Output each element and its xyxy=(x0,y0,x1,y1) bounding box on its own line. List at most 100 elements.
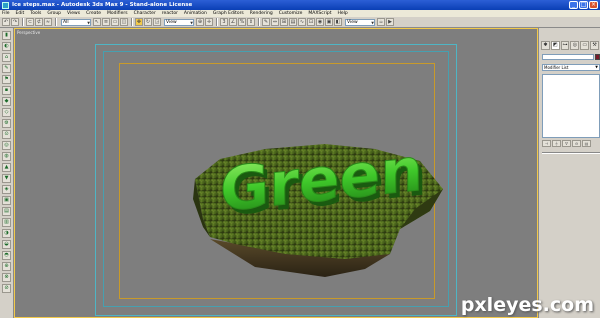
show-end-result-icon[interactable]: ⏚ xyxy=(552,140,561,147)
quick-render-icon[interactable]: ☕ xyxy=(377,18,385,26)
make-unique-icon[interactable]: ∀ xyxy=(562,140,571,147)
tool-icon[interactable]: ✎ xyxy=(2,64,11,73)
menu-animation[interactable]: Animation xyxy=(184,11,207,16)
display-tab-icon[interactable]: ▭ xyxy=(580,41,590,50)
menu-maxscript[interactable]: MAXScript xyxy=(308,11,331,16)
minimize-button[interactable]: _ xyxy=(569,1,578,9)
motion-tab-icon[interactable]: ◎ xyxy=(570,41,580,50)
rock-with-text-model[interactable]: Green Green xyxy=(175,119,455,299)
tool-icon[interactable]: ▼ xyxy=(2,174,11,183)
menu-customize[interactable]: Customize xyxy=(279,11,303,16)
curve-editor-icon[interactable]: ∿ xyxy=(298,18,306,26)
tool-icon[interactable]: ◇ xyxy=(2,108,11,117)
layer-manager-icon[interactable]: ▤ xyxy=(289,18,297,26)
menu-modifiers[interactable]: Modifiers xyxy=(107,11,128,16)
window-title: Ice steps.max - Autodesk 3ds Max 9 - Sta… xyxy=(12,2,193,8)
perspective-viewport[interactable]: Perspective Green Green xyxy=(14,28,538,318)
select-by-name-icon[interactable]: ≡ xyxy=(102,18,110,26)
rect-selection-icon[interactable]: ▭ xyxy=(111,18,119,26)
angle-snap-icon[interactable]: ∠ xyxy=(229,18,237,26)
menu-graph-editors[interactable]: Graph Editors xyxy=(213,11,244,16)
tool-icon[interactable]: ◈ xyxy=(2,185,11,194)
tool-icon[interactable]: ⊕ xyxy=(2,262,11,271)
tool-icon[interactable]: ⊙ xyxy=(2,130,11,139)
create-tab-icon[interactable]: ✱ xyxy=(541,41,550,50)
modifier-stack[interactable] xyxy=(542,74,600,138)
menu-file[interactable]: File xyxy=(2,11,10,16)
edit-named-selection-icon[interactable]: ✎ xyxy=(262,18,270,26)
spinner-snap-icon[interactable]: ⇕ xyxy=(247,18,255,26)
schematic-view-icon[interactable]: ⊡ xyxy=(307,18,315,26)
stack-toolbar: ⊣ ⏚ ∀ ⊖ ▤ xyxy=(542,140,600,148)
tool-icon[interactable]: ◒ xyxy=(2,240,11,249)
reference-coordinate-dropdown[interactable]: View xyxy=(164,18,194,26)
select-manipulate-icon[interactable]: ✛ xyxy=(205,18,213,26)
object-color-swatch[interactable] xyxy=(595,54,600,60)
select-object-icon[interactable]: ↖ xyxy=(93,18,101,26)
select-and-move-icon[interactable]: ✥ xyxy=(135,18,143,26)
tool-icon[interactable]: ◆ xyxy=(2,97,11,106)
menu-reactor[interactable]: reactor xyxy=(162,11,178,16)
pivot-center-icon[interactable]: ⊕ xyxy=(196,18,204,26)
modifier-list-dropdown[interactable]: Modifier List xyxy=(542,64,600,71)
percent-snap-icon[interactable]: % xyxy=(238,18,246,26)
tool-icon[interactable]: ▣ xyxy=(2,196,11,205)
material-editor-icon[interactable]: ◉ xyxy=(316,18,324,26)
menu-bar: File Edit Tools Group Views Create Modif… xyxy=(0,10,600,17)
tool-icon[interactable]: ◓ xyxy=(2,251,11,260)
selection-filter-dropdown[interactable]: All xyxy=(61,18,91,26)
tool-icon[interactable]: ▤ xyxy=(2,207,11,216)
menu-group[interactable]: Group xyxy=(47,11,61,16)
tool-icon[interactable]: ◑ xyxy=(2,229,11,238)
tool-icon[interactable]: ⊘ xyxy=(2,284,11,293)
tool-icon[interactable]: ◍ xyxy=(2,152,11,161)
select-and-scale-icon[interactable]: ◲ xyxy=(153,18,161,26)
modify-tab-icon[interactable]: ◩ xyxy=(550,41,560,50)
menu-tools[interactable]: Tools xyxy=(30,11,41,16)
menu-help[interactable]: Help xyxy=(338,11,348,16)
snap-toggle-icon[interactable]: 3 xyxy=(220,18,228,26)
menu-create[interactable]: Create xyxy=(86,11,101,16)
hierarchy-tab-icon[interactable]: ⊶ xyxy=(560,41,570,50)
tool-icon[interactable]: ⚑ xyxy=(2,75,11,84)
render-last-icon[interactable]: ▶ xyxy=(386,18,394,26)
toolbar-separator xyxy=(131,18,133,26)
bind-space-warp-icon[interactable]: ≈ xyxy=(44,18,52,26)
tool-icon[interactable]: ▥ xyxy=(2,218,11,227)
remove-modifier-icon[interactable]: ⊖ xyxy=(572,140,581,147)
render-type-dropdown[interactable]: View xyxy=(345,18,375,26)
object-name-field[interactable] xyxy=(542,54,594,60)
tool-icon[interactable]: ▪ xyxy=(2,86,11,95)
tool-icon[interactable]: ◐ xyxy=(2,42,11,51)
select-and-rotate-icon[interactable]: ↻ xyxy=(144,18,152,26)
menu-rendering[interactable]: Rendering xyxy=(250,11,273,16)
tool-icon[interactable]: ⌂ xyxy=(2,53,11,62)
main-toolbar: ↶ ↷ ⊂ ⊄ ≈ All ↖ ≡ ▭ ◫ ✥ ↻ ◲ View ⊕ ✛ 3 ∠… xyxy=(0,17,600,28)
watermark-text: pxleyes.com xyxy=(460,294,594,316)
window-crossing-icon[interactable]: ◫ xyxy=(120,18,128,26)
menu-edit[interactable]: Edit xyxy=(16,11,25,16)
redo-icon[interactable]: ↷ xyxy=(11,18,19,26)
link-icon[interactable]: ⊂ xyxy=(26,18,34,26)
tool-icon[interactable]: ⚙ xyxy=(2,119,11,128)
command-panel-tabs: ✱ ◩ ⊶ ◎ ▭ ⚒ xyxy=(541,41,599,50)
tool-icon[interactable]: ▲ xyxy=(2,163,11,172)
tool-icon[interactable]: ◎ xyxy=(2,141,11,150)
tool-icon[interactable]: ⊗ xyxy=(2,273,11,282)
pin-stack-icon[interactable]: ⊣ xyxy=(542,140,551,147)
configure-sets-icon[interactable]: ▤ xyxy=(582,140,591,147)
align-icon[interactable]: ⊞ xyxy=(280,18,288,26)
tool-icon[interactable]: ▮ xyxy=(2,31,11,40)
mirror-icon[interactable]: ⇔ xyxy=(271,18,279,26)
menu-views[interactable]: Views xyxy=(67,11,80,16)
viewport-label[interactable]: Perspective xyxy=(17,30,40,35)
unlink-icon[interactable]: ⊄ xyxy=(35,18,43,26)
render-setup-icon[interactable]: ▣ xyxy=(325,18,333,26)
render-frame-icon[interactable]: ◧ xyxy=(334,18,342,26)
maximize-button[interactable]: □ xyxy=(579,1,588,9)
close-button[interactable]: × xyxy=(589,1,598,9)
menu-character[interactable]: Character xyxy=(134,11,156,16)
toolbar-separator xyxy=(216,18,218,26)
undo-icon[interactable]: ↶ xyxy=(2,18,10,26)
utilities-tab-icon[interactable]: ⚒ xyxy=(590,41,599,50)
